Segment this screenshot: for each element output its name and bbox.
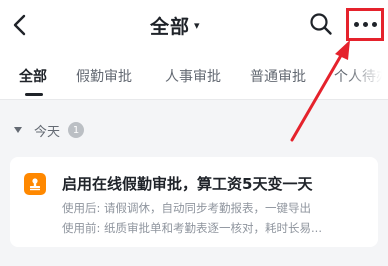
- filter-dropdown[interactable]: 全部 ▾: [150, 10, 200, 40]
- card-after-text: 使用后: 请假调休，自动同步考勤报表，一键导出: [62, 201, 312, 215]
- search-icon: [310, 13, 332, 35]
- stamp-icon: [24, 173, 46, 195]
- more-button[interactable]: [346, 8, 384, 41]
- more-dot: [362, 22, 368, 27]
- tab-leave-attendance[interactable]: 假勤审批: [76, 66, 132, 86]
- top-navigation-bar: 全部 ▾: [0, 0, 388, 50]
- tab-general[interactable]: 普通审批: [250, 66, 306, 86]
- count-badge: 1: [68, 122, 85, 138]
- card-title: 启用在线假勤审批，算工资5天变一天: [62, 175, 313, 193]
- tab-all[interactable]: 全部: [19, 66, 47, 86]
- card-before-text: 使用前: 纸质审批单和考勤表逐一核对，耗时长易...: [62, 221, 322, 235]
- tabs-fade: [348, 50, 388, 99]
- active-tab-indicator: [25, 93, 43, 96]
- section-title: 今天: [34, 124, 61, 140]
- chevron-left-icon: [13, 14, 26, 36]
- tab-hr[interactable]: 人事审批: [165, 66, 221, 86]
- page-title: 全部: [150, 15, 191, 38]
- promo-card[interactable]: 启用在线假勤审批，算工资5天变一天 使用后: 请假调休，自动同步考勤报表，一键导…: [10, 157, 378, 247]
- caret-down-icon: ▾: [194, 18, 200, 32]
- back-button[interactable]: [6, 10, 32, 40]
- collapse-triangle-icon: [14, 127, 22, 133]
- category-tabs: 全部 假勤审批 人事审批 普通审批 个人待办: [0, 50, 388, 100]
- search-button[interactable]: [305, 8, 337, 40]
- more-horizontal-icon: [353, 22, 359, 27]
- more-dot: [371, 22, 377, 27]
- section-today-header[interactable]: 今天 1: [14, 120, 85, 140]
